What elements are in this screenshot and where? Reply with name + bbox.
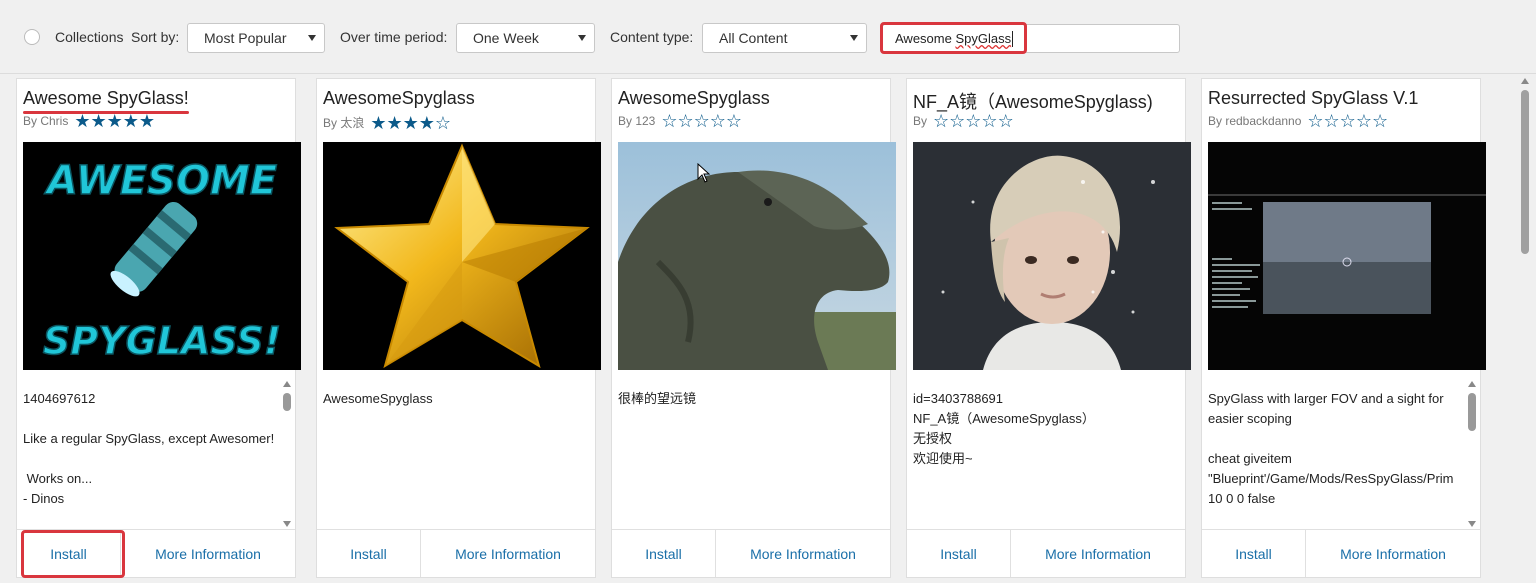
rating-stars-icon: ★★★★★	[74, 111, 156, 131]
gold-star-icon	[323, 142, 601, 370]
scroll-up-icon[interactable]	[1521, 78, 1529, 84]
card-byline: By redbackdanno ☆☆☆☆☆	[1208, 111, 1389, 131]
card-thumbnail[interactable]	[618, 142, 896, 370]
description-scrollbar[interactable]	[1467, 379, 1477, 529]
sort-select[interactable]: Most Popular	[187, 23, 325, 53]
mod-card-5: Resurrected SpyGlass V.1 By redbackdanno…	[1201, 78, 1486, 578]
thumb-text-bottom: SPYGLASS!	[43, 319, 281, 363]
card-actions: Install More Information	[317, 529, 595, 577]
content-type-select[interactable]: All Content	[702, 23, 867, 53]
card-byline: By 123 ☆☆☆☆☆	[618, 111, 743, 131]
scroll-thumb[interactable]	[283, 393, 291, 411]
card-thumbnail[interactable]	[323, 142, 601, 370]
portrait-image-icon	[913, 142, 1191, 370]
rating-stars-icon: ★★★★☆	[370, 112, 452, 133]
scroll-up-icon[interactable]	[1468, 381, 1476, 387]
author-label: By 太浪	[323, 116, 365, 130]
filter-toolbar: Collections Sort by: Most Popular Over t…	[0, 0, 1536, 74]
more-information-button[interactable]: More Information	[1011, 530, 1185, 577]
mouse-cursor-icon	[697, 163, 711, 183]
collections-toggle[interactable]: Collections	[24, 0, 123, 74]
chevron-down-icon	[578, 35, 586, 41]
install-button[interactable]: Install	[907, 530, 1011, 577]
scroll-down-icon[interactable]	[1468, 521, 1476, 527]
sort-select-value: Most Popular	[204, 30, 287, 46]
card-description: SpyGlass with larger FOV and a sight for…	[1208, 391, 1454, 506]
rating-stars-icon: ☆☆☆☆☆	[661, 111, 743, 131]
card-description: 1404697612 Like a regular SpyGlass, exce…	[23, 391, 275, 506]
card-description: id=3403788691 NF_A镜（AwesomeSpyglass） 无授权…	[913, 391, 1095, 466]
chevron-down-icon	[850, 35, 858, 41]
card-actions: Install More Information	[1202, 529, 1480, 577]
mod-card-2: AwesomeSpyglass By 太浪 ★★★★☆ AwesomeSpygl…	[316, 78, 601, 578]
game-screenshot-icon	[1208, 142, 1486, 370]
sort-label: Sort by:	[131, 29, 180, 45]
period-select[interactable]: One Week	[456, 23, 595, 53]
search-input[interactable]: Awesome SpyGlass	[882, 24, 1180, 53]
rating-stars-icon: ☆☆☆☆☆	[933, 111, 1014, 131]
author-label: By redbackdanno	[1208, 114, 1302, 128]
content-type-select-value: All Content	[719, 30, 788, 46]
page-scrollbar[interactable]	[1517, 74, 1534, 583]
card-byline: By Chris ★★★★★	[23, 111, 156, 131]
card-title[interactable]: Resurrected SpyGlass V.1	[1208, 88, 1418, 109]
card-description: AwesomeSpyglass	[323, 391, 433, 406]
install-button[interactable]: Install	[612, 530, 716, 577]
mod-card-4: NF_A镜（AwesomeSpyglass) By ☆☆☆☆☆ id=34037…	[906, 78, 1191, 578]
card-byline: By ☆☆☆☆☆	[913, 111, 1014, 131]
scroll-down-icon[interactable]	[283, 521, 291, 527]
card-actions: Install More Information	[17, 529, 295, 577]
chevron-down-icon	[308, 35, 316, 41]
awesome-spyglass-thumbnail: AWESOME SPYGLASS!	[23, 142, 301, 370]
search-text-suffix: SpyGlass	[955, 31, 1012, 46]
scroll-thumb[interactable]	[1468, 393, 1476, 431]
text-cursor	[1012, 30, 1014, 47]
description-scrollbar[interactable]	[282, 379, 292, 529]
mod-card-3: AwesomeSpyglass By 123 ☆☆☆☆☆ 很棒的望远镜 Inst…	[611, 78, 896, 578]
card-description: 很棒的望远镜	[618, 391, 697, 406]
period-label: Over time period:	[340, 29, 448, 45]
author-label: By 123	[618, 114, 656, 128]
page-scroll-thumb[interactable]	[1521, 90, 1529, 254]
thumb-text-top: AWESOME	[44, 158, 277, 204]
collections-label: Collections	[55, 29, 124, 45]
search-text-prefix: Awesome	[895, 31, 956, 46]
card-thumbnail[interactable]: AWESOME SPYGLASS!	[23, 142, 301, 370]
card-title[interactable]: AwesomeSpyglass	[618, 88, 770, 109]
period-select-value: One Week	[473, 30, 539, 46]
card-byline: By 太浪 ★★★★☆	[323, 112, 452, 133]
scroll-up-icon[interactable]	[283, 381, 291, 387]
more-information-button[interactable]: More Information	[716, 530, 890, 577]
mod-card-1: Awesome SpyGlass! By Chris ★★★★★ AWESOME…	[16, 78, 301, 578]
card-actions: Install More Information	[907, 529, 1185, 577]
card-thumbnail[interactable]	[913, 142, 1191, 370]
more-information-button[interactable]: More Information	[421, 530, 595, 577]
card-actions: Install More Information	[612, 529, 890, 577]
author-label: By	[913, 114, 928, 128]
card-title[interactable]: Awesome SpyGlass!	[23, 88, 189, 109]
more-information-button[interactable]: More Information	[1306, 530, 1480, 577]
dinosaur-image-icon	[618, 142, 896, 370]
content-type-label: Content type:	[610, 29, 694, 45]
author-label: By Chris	[23, 114, 69, 128]
collections-radio[interactable]	[24, 29, 40, 45]
card-title[interactable]: AwesomeSpyglass	[323, 88, 475, 109]
install-button[interactable]: Install	[17, 530, 121, 577]
install-button[interactable]: Install	[317, 530, 421, 577]
install-button[interactable]: Install	[1202, 530, 1306, 577]
rating-stars-icon: ☆☆☆☆☆	[1307, 111, 1389, 131]
card-thumbnail[interactable]	[1208, 142, 1486, 370]
more-information-button[interactable]: More Information	[121, 530, 295, 577]
